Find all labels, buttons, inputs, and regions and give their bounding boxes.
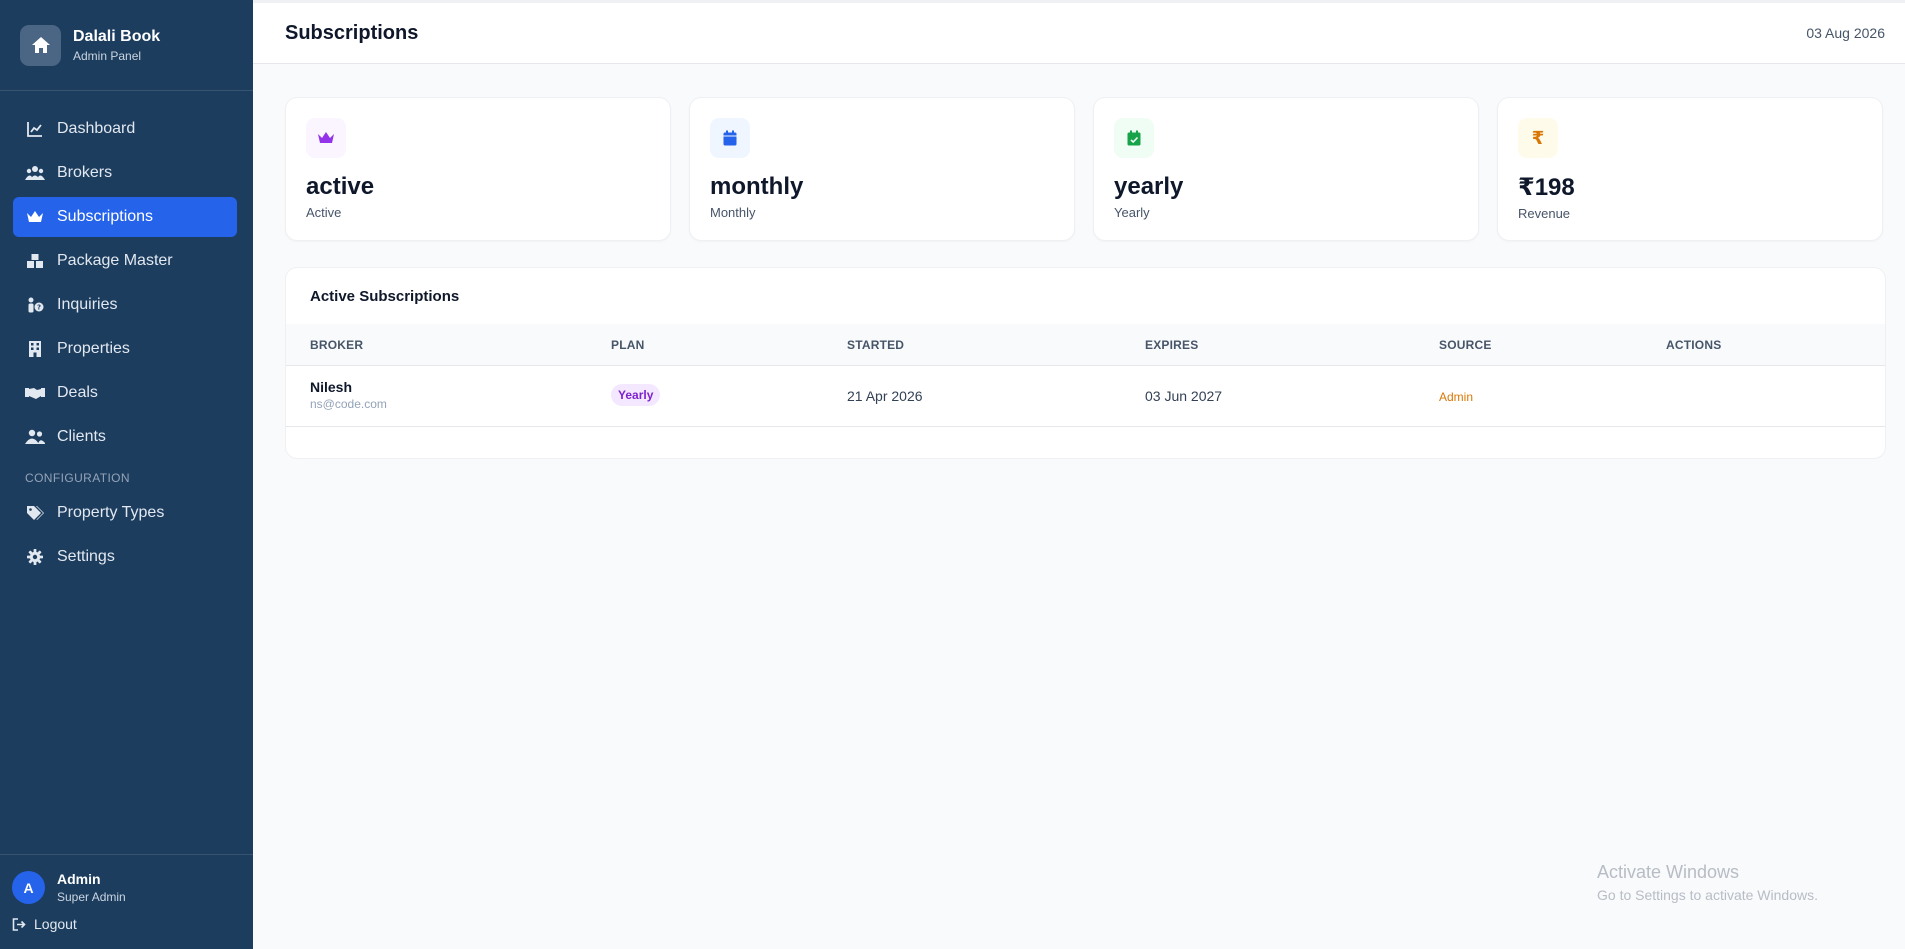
watermark-title: Activate Windows [1597,862,1740,882]
svg-text:?: ? [37,304,41,312]
brand-subtitle: Admin Panel [73,48,142,63]
brand-title: Dalali Book [73,27,161,45]
home-icon [20,24,61,66]
calendar-icon [710,118,750,158]
crown-icon [25,208,45,226]
broker-name: Nilesh [310,379,353,395]
logout-button[interactable]: Logout [12,916,241,932]
sidebar-item-label: Dashboard [57,120,136,137]
page-title: Subscriptions [285,21,419,44]
stat-value: monthly [710,173,804,200]
sidebar-item-label: Brokers [57,164,113,181]
gear-icon [25,548,45,566]
building-icon [25,340,45,358]
plan-badge: Yearly [611,384,661,406]
tags-icon [25,504,45,522]
sidebar-item-label: Inquiries [57,296,118,313]
person-question-icon: ? [25,296,45,314]
broker-cell: Nilesh ns@code.com [310,379,387,411]
stat-label: Active [306,205,342,220]
broker-email: ns@code.com [310,397,387,411]
sidebar-item-settings[interactable]: Settings [13,537,237,577]
stat-cards: active Active monthly Monthly yearly Yea… [285,97,1883,241]
column-header-source: SOURCE [1439,338,1492,352]
watermark-subtitle: Go to Settings to activate Windows. [1597,887,1818,903]
stat-label: Monthly [710,205,756,220]
sidebar-item-subscriptions[interactable]: Subscriptions [13,197,237,237]
table-header: BROKER PLAN STARTED EXPIRES SOURCE ACTIO… [286,324,1885,366]
handshake-icon [25,384,45,402]
table-row[interactable]: Nilesh ns@code.com Yearly 21 Apr 2026 03… [286,366,1885,427]
sidebar-item-label: Package Master [57,252,173,269]
users-icon [25,164,45,182]
sidebar-item-inquiries[interactable]: ? Inquiries [13,285,237,325]
active-subscriptions-panel: Active Subscriptions BROKER PLAN STARTED… [285,267,1886,459]
nav-section-label: CONFIGURATION [25,471,130,485]
sidebar-item-clients[interactable]: Clients [13,417,237,457]
top-bar: Subscriptions 03 Aug 2026 [253,0,1905,64]
stat-card-revenue: ₹ ₹198 Revenue [1497,97,1883,241]
sidebar-item-label: Subscriptions [57,208,154,225]
sidebar-item-label: Property Types [57,504,165,521]
rupee-icon: ₹ [1518,118,1558,158]
windows-activation-watermark: Activate Windows Go to Settings to activ… [1597,862,1818,903]
sidebar-item-label: Settings [57,548,115,565]
sidebar-item-deals[interactable]: Deals [13,373,237,413]
stat-card-active: active Active [285,97,671,241]
sidebar-item-properties[interactable]: Properties [13,329,237,369]
column-header-plan: PLAN [611,338,645,352]
current-date: 03 Aug 2026 [1806,25,1885,41]
chart-line-icon [25,120,45,138]
stat-label: Yearly [1114,205,1150,220]
stat-card-yearly: yearly Yearly [1093,97,1479,241]
brand[interactable]: Dalali Book Admin Panel [0,0,253,91]
main-content: Subscriptions 03 Aug 2026 active Active … [253,0,1905,949]
column-header-started: STARTED [847,338,905,352]
sidebar-item-brokers[interactable]: Brokers [13,153,237,193]
stat-value: active [306,173,375,200]
sidebar-footer: A Admin Super Admin Logout [0,854,253,949]
user-role: Super Admin [57,890,126,904]
expires-cell: 03 Jun 2027 [1145,388,1223,404]
column-header-broker: BROKER [310,338,364,352]
logout-icon [12,917,26,931]
stat-value: ₹198 [1518,174,1575,201]
sidebar-item-label: Clients [57,428,106,445]
stat-value: yearly [1114,173,1184,200]
sidebar-nav: Dashboard Brokers Subscriptions Package … [0,91,253,577]
panel-title: Active Subscriptions [310,288,460,305]
column-header-actions: ACTIONS [1666,338,1722,352]
sidebar-item-dashboard[interactable]: Dashboard [13,109,237,149]
logout-label: Logout [34,916,77,932]
sidebar: Dalali Book Admin Panel Dashboard Broker… [0,0,253,949]
sidebar-item-package-master[interactable]: Package Master [13,241,237,281]
crown-icon [306,118,346,158]
sidebar-item-label: Properties [57,340,130,357]
started-cell: 21 Apr 2026 [847,388,923,404]
user-profile[interactable]: A Admin Super Admin [12,871,241,904]
calendar-check-icon [1114,118,1154,158]
stat-card-monthly: monthly Monthly [689,97,1075,241]
plan-cell: Yearly [611,384,661,406]
sidebar-item-label: Deals [57,384,98,401]
boxes-icon [25,252,45,270]
column-header-expires: EXPIRES [1145,338,1199,352]
sidebar-item-property-types[interactable]: Property Types [13,493,237,533]
user-group-icon [25,428,45,446]
stat-label: Revenue [1518,206,1571,221]
source-cell: Admin [1439,390,1474,404]
avatar: A [12,871,45,904]
user-name: Admin [57,871,101,887]
